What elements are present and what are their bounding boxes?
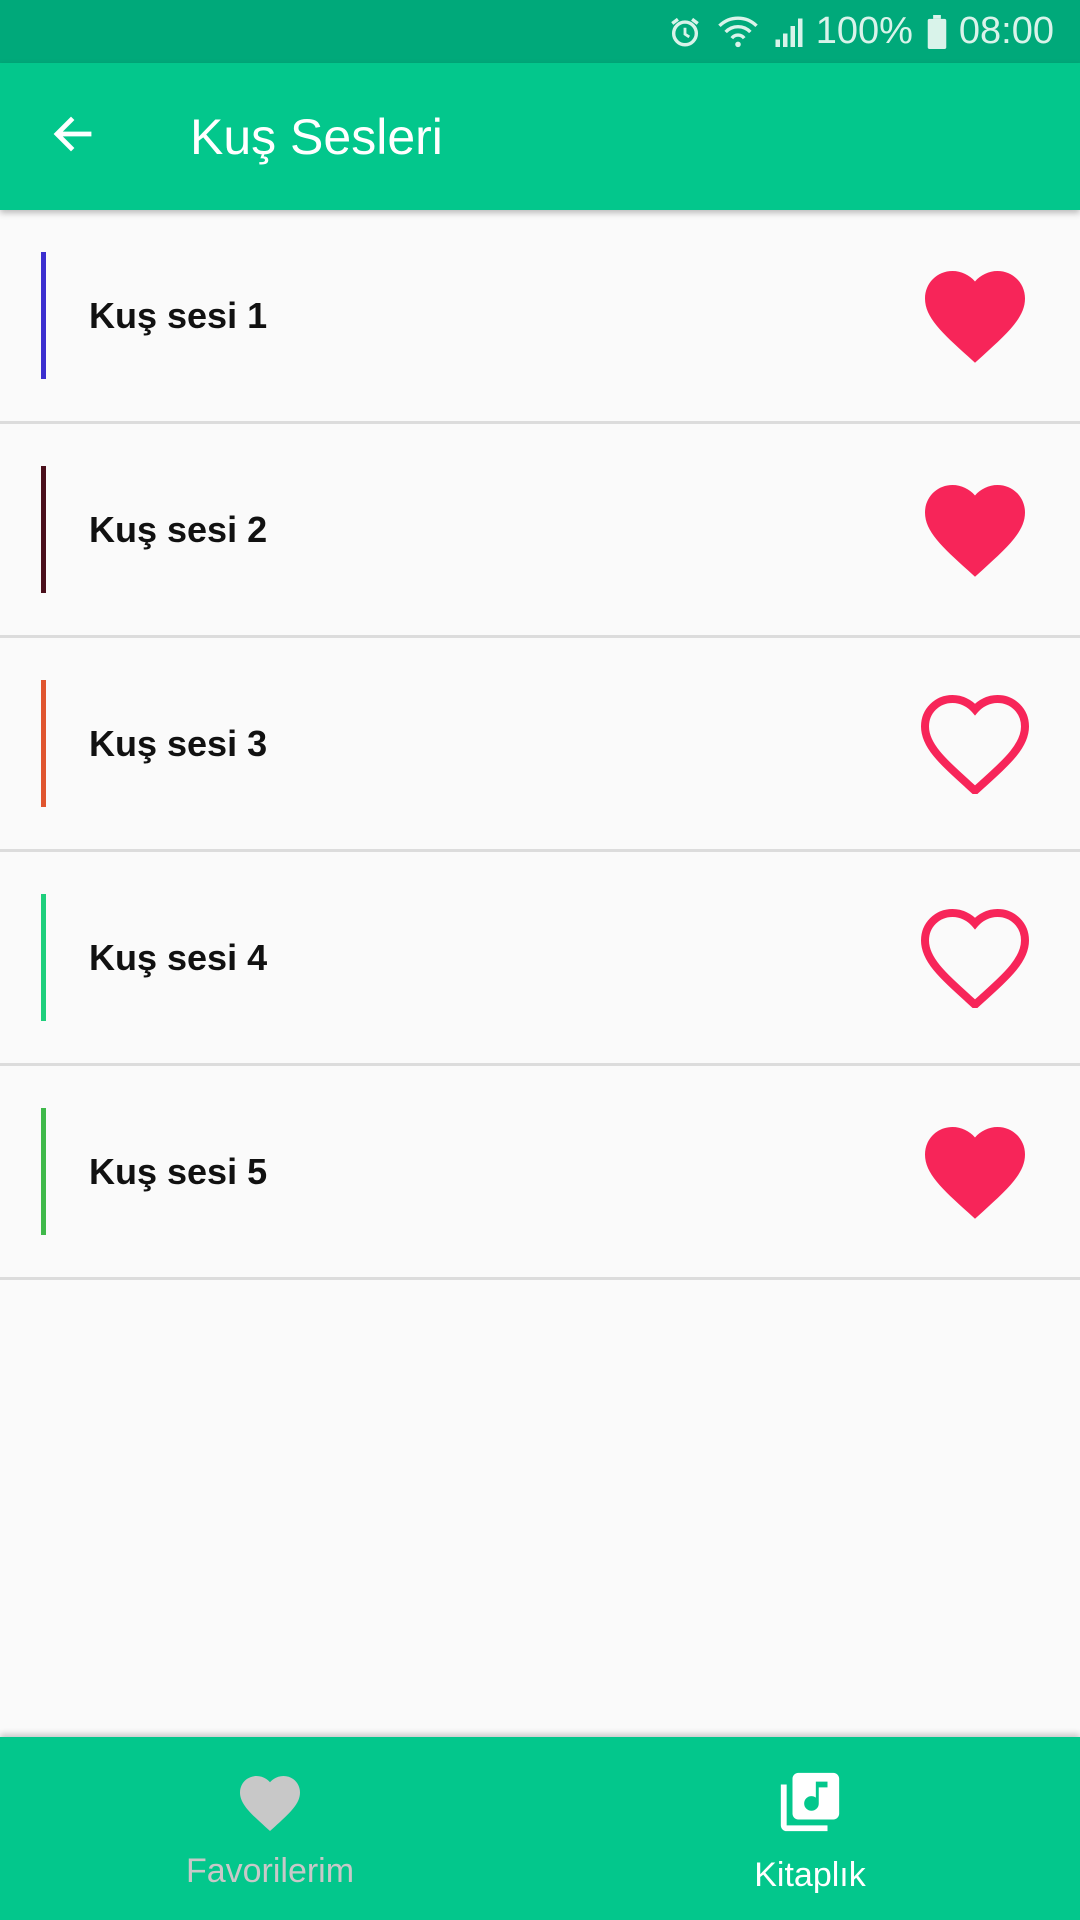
list-item-label: Kuş sesi 2 — [89, 508, 268, 550]
alarm-icon — [668, 15, 702, 49]
nav-favorites[interactable]: Favorilerim — [0, 1737, 540, 1920]
favorite-button[interactable] — [920, 1122, 1030, 1222]
list-item-label: Kuş sesi 3 — [89, 722, 268, 764]
nav-library[interactable]: Kitaplık — [540, 1737, 1080, 1920]
library-music-icon — [775, 1767, 845, 1842]
list-item[interactable]: Kuş sesi 5 — [0, 1066, 1080, 1280]
nav-favorites-label: Favorilerim — [185, 1852, 355, 1890]
heart-outline-icon — [920, 694, 1030, 794]
accent-bar — [41, 894, 46, 1021]
favorite-button[interactable] — [920, 480, 1030, 580]
accent-bar — [41, 466, 46, 593]
accent-bar — [41, 680, 46, 807]
status-bar: 100% 08:00 — [0, 0, 1080, 63]
heart-outline-icon — [920, 908, 1030, 1008]
battery-icon — [927, 14, 947, 49]
list-item-label: Kuş sesi 5 — [89, 1150, 268, 1192]
list-item[interactable]: Kuş sesi 4 — [0, 852, 1080, 1066]
page-title: Kuş Sesleri — [190, 108, 443, 165]
app-bar: Kuş Sesleri — [0, 63, 1080, 210]
nav-library-label: Kitaplık — [754, 1856, 866, 1894]
list-item-label: Kuş sesi 4 — [89, 936, 268, 978]
heart-filled-icon — [925, 270, 1025, 363]
list-item[interactable]: Kuş sesi 3 — [0, 638, 1080, 852]
list-item-label: Kuş sesi 1 — [89, 294, 268, 336]
list-item[interactable]: Kuş sesi 1 — [0, 210, 1080, 424]
accent-bar — [41, 252, 46, 379]
favorite-button[interactable] — [920, 266, 1030, 366]
heart-icon — [233, 1767, 307, 1838]
bottom-navigation: Favorilerim Kitaplık — [0, 1737, 1080, 1920]
accent-bar — [41, 1108, 46, 1235]
status-time: 08:00 — [958, 10, 1054, 52]
battery-percent: 100% — [815, 10, 913, 52]
list-item[interactable]: Kuş sesi 2 — [0, 424, 1080, 638]
favorite-button[interactable] — [920, 694, 1030, 794]
heart-filled-icon — [925, 484, 1025, 577]
signal-icon — [774, 15, 804, 49]
sound-list: Kuş sesi 1 Kuş sesi 2 Kuş sesi 3 Kuş ses… — [0, 210, 1080, 1280]
favorite-button[interactable] — [920, 908, 1030, 1008]
arrow-left-icon — [49, 110, 97, 163]
heart-filled-icon — [925, 1126, 1025, 1219]
wifi-icon — [716, 15, 760, 49]
back-button[interactable] — [38, 102, 108, 172]
